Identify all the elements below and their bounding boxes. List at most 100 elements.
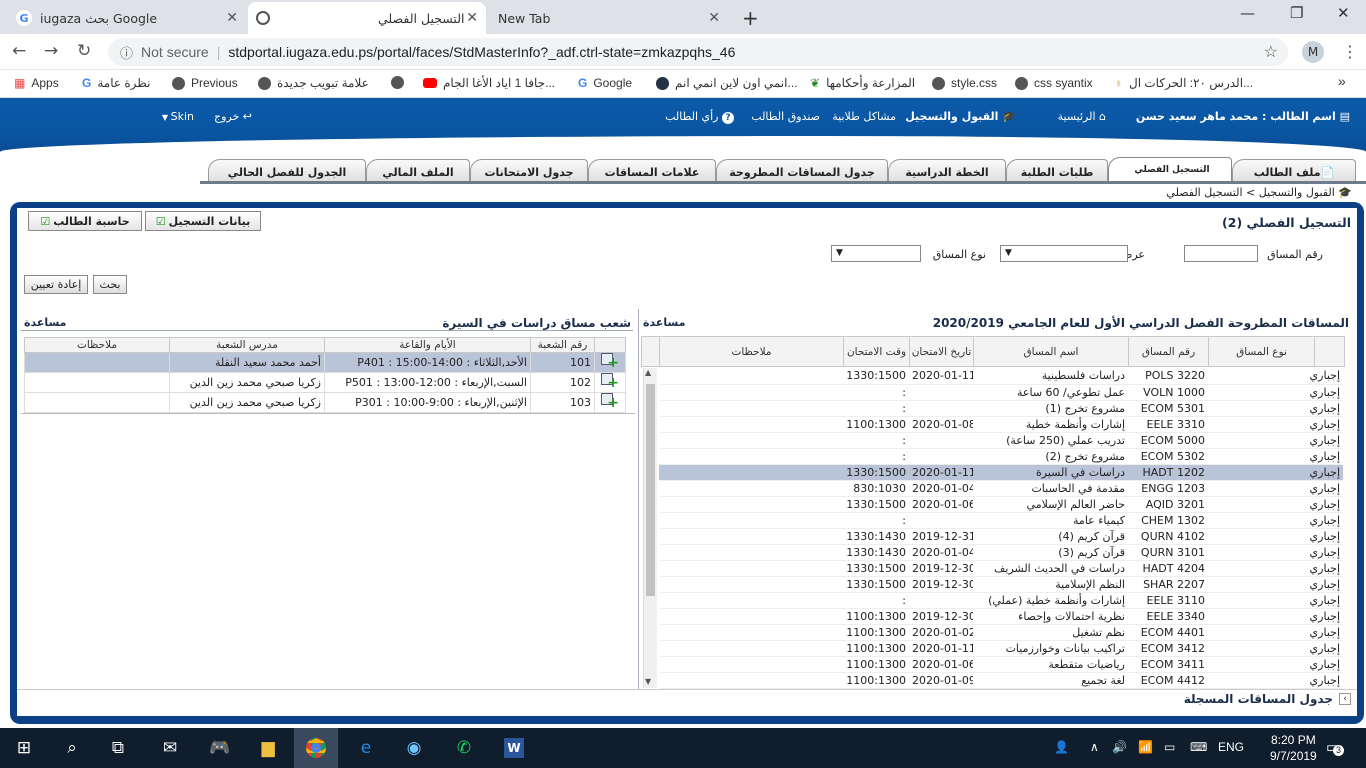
table-row[interactable]: : مشروع تخرج (2) ECOM 5302 إجباري: [659, 448, 1343, 465]
table-row[interactable]: 1330:1500 2020-01-06 حاضر العالم الإسلامي A…: [659, 496, 1343, 513]
keyboard-icon[interactable]: ⌨: [1190, 740, 1207, 754]
menu-icon[interactable]: ⋮: [1342, 42, 1358, 61]
new-tab-button[interactable]: +: [734, 2, 767, 34]
skin-menu[interactable]: ▼ Skin: [162, 110, 194, 123]
table-row[interactable]: 1330:1500 2019-12-30 النظم الإسلامية SHAR 2…: [659, 576, 1343, 593]
section-row[interactable]: أحمد محمد سعيد النقلة الأحد,الثلاثاء : 14…: [24, 352, 626, 373]
bookmark-apps[interactable]: ▦ Apps: [14, 76, 59, 90]
student-opinion-link[interactable]: ? رأي الطالب: [665, 110, 734, 124]
bookmark-7[interactable]: انمي اون لاين انمي انم...: [656, 76, 798, 90]
profile-avatar[interactable]: M: [1302, 41, 1324, 63]
volume-icon[interactable]: 🔊: [1112, 740, 1127, 754]
bookmark-11[interactable]: ♁ الدرس ٢٠: الحركات ال...: [1114, 76, 1253, 90]
table-row[interactable]: 1330:1430 2020-01-04 قرآن كريم (3) QURN 310…: [659, 544, 1343, 561]
bookmark-4[interactable]: [391, 76, 404, 89]
table-row[interactable]: : كيمياء عامة CHEM 1302 إجباري: [659, 512, 1343, 529]
back-icon[interactable]: ←: [12, 41, 26, 61]
course-number-input[interactable]: [1184, 245, 1258, 262]
student-calculator-button[interactable]: حاسبة الطالب ☑: [28, 211, 142, 231]
cell-exam-time: :: [843, 512, 909, 529]
table-row[interactable]: 1330:1430 2019-12-31 قرآن كريم (4) QURN 410…: [659, 528, 1343, 545]
restore-icon[interactable]: ❐: [1290, 4, 1303, 22]
registered-courses-title[interactable]: جدول المساقات المسجلة: [1184, 692, 1333, 706]
edge-icon[interactable]: e: [344, 728, 388, 768]
table-row[interactable]: 1100:1300 2020-01-06 رياضيات متقطعة ECOM 34…: [659, 656, 1343, 673]
reset-button[interactable]: إعادة تعيين: [24, 275, 88, 294]
tray-up-icon[interactable]: ∧: [1090, 740, 1099, 754]
whatsapp-icon[interactable]: ✆: [442, 728, 486, 768]
search-button[interactable]: بحث: [93, 275, 127, 294]
table-row[interactable]: : إشارات وأنظمة خطية (عملي) EELE 3110 إجبار…: [659, 592, 1343, 609]
info-icon[interactable]: ⓘ: [120, 43, 133, 62]
table-row[interactable]: 830:1030 2020-01-04 مقدمة في الحاسبات ENGG …: [659, 480, 1343, 497]
table-row[interactable]: 1100:1300 2020-01-11 تراكيب بيانات وخوارزم…: [659, 640, 1343, 657]
language-indicator[interactable]: ENG: [1218, 740, 1244, 754]
table-row[interactable]: 1330:1500 2020-01-11 دراسات في السيرة HADT …: [659, 464, 1343, 481]
bookmark-9[interactable]: style.css: [932, 76, 997, 90]
table-row[interactable]: : مشروع تخرج (1) ECOM 5301 إجباري: [659, 400, 1343, 417]
games-icon[interactable]: 🎮: [198, 728, 242, 768]
add-section-icon[interactable]: +: [601, 393, 619, 410]
bookmark-1[interactable]: G نظرة عامة: [82, 76, 150, 90]
media-app-icon[interactable]: ◉: [392, 728, 436, 768]
table-row[interactable]: 1100:1300 2020-01-09 لغة تجميع ECOM 4412 إجب…: [659, 672, 1343, 689]
table-row[interactable]: 1100:1300 2020-01-02 نظم تشغيل ECOM 4401 إجب…: [659, 624, 1343, 641]
reload-icon[interactable]: ↻: [77, 41, 91, 61]
bookmark-star-icon[interactable]: ☆: [1264, 42, 1278, 62]
bookmark-2[interactable]: Previous: [172, 76, 238, 90]
expand-chevron-icon[interactable]: ‹: [1339, 693, 1351, 705]
table-row[interactable]: 1330:1500 2020-01-11 دراسات فلسطينية POLS 3…: [659, 368, 1343, 385]
help-link[interactable]: مساعدة: [643, 316, 686, 329]
logout-link[interactable]: ↩ خروج: [214, 110, 252, 123]
add-section-icon[interactable]: +: [601, 353, 619, 370]
table-row[interactable]: 1100:1300 2020-01-08 إشارات وأنظمة خطية EEL…: [659, 416, 1343, 433]
section-row[interactable]: زكريا صبحي محمد زين الدين السبت,الإربعاء …: [24, 372, 626, 393]
view-select[interactable]: ▼: [1000, 245, 1128, 262]
mail-icon[interactable]: ✉: [148, 728, 192, 768]
browser-tab-active[interactable]: التسجيل الفصلي ✕: [248, 2, 486, 34]
admission-link[interactable]: 🎓 القبول والتسجيل: [905, 110, 1016, 123]
table-row[interactable]: 1330:1500 2019-12-30 دراسات في الحديث الشر…: [659, 560, 1343, 577]
tab-semester-registration[interactable]: التسجيل الفصلي: [1108, 157, 1232, 184]
chrome-icon[interactable]: [294, 728, 338, 768]
word-icon[interactable]: W: [492, 728, 536, 768]
bookmark-6[interactable]: G Google: [578, 76, 632, 90]
bookmarks-more[interactable]: »: [1338, 73, 1346, 89]
file-explorer-icon[interactable]: ▆: [246, 728, 290, 768]
student-box-link[interactable]: صندوق الطالب: [751, 110, 820, 123]
sections-help-link[interactable]: مساعدة: [24, 316, 67, 329]
task-view-icon[interactable]: ⧉: [96, 728, 140, 768]
forward-icon[interactable]: →: [44, 41, 58, 61]
breadcrumb[interactable]: 🎓 القبول والتسجيل > التسجيل الفصلي: [1166, 186, 1352, 199]
table-row[interactable]: 1100:1300 2019-12-30 نظرية احتمالات وإحصاء…: [659, 608, 1343, 625]
search-icon[interactable]: ⌕: [50, 728, 94, 768]
clock[interactable]: 8:20 PM 9/7/2019: [1270, 732, 1317, 764]
bookmark-10[interactable]: css syantix: [1015, 76, 1093, 90]
notification-icon[interactable]: ▭3: [1326, 738, 1344, 756]
add-section-icon[interactable]: +: [601, 373, 619, 390]
people-icon[interactable]: 👤: [1054, 740, 1069, 754]
bookmark-8[interactable]: ❦ المزارعة وأحكامها: [810, 76, 915, 90]
table-row[interactable]: : عمل تطوعي/ 60 ساعة VOLN 1000 إجباري: [659, 384, 1343, 401]
close-tab-icon[interactable]: ✕: [708, 10, 720, 26]
close-window-icon[interactable]: ✕: [1337, 4, 1350, 22]
student-issues-link[interactable]: مشاكل طلابية: [832, 110, 896, 123]
sections-title: شعب مساق دراسات في السيرة: [442, 316, 631, 330]
browser-tab-google[interactable]: G iugaza بحث Google ✕: [8, 2, 246, 34]
section-row[interactable]: زكريا صبحي محمد زين الدين الإثنين,الإربعا…: [24, 392, 626, 413]
courses-scrollbar[interactable]: ▲ ▼: [643, 368, 657, 688]
network-icon[interactable]: 📶: [1138, 740, 1153, 754]
minimize-icon[interactable]: —: [1240, 4, 1255, 22]
home-link[interactable]: ⌂ الرئيسية: [1058, 110, 1106, 123]
bookmark-3[interactable]: علامة تبويب جديدة: [258, 76, 369, 90]
table-row[interactable]: : تدريب عملي (250 ساعة) ECOM 5000 إجباري: [659, 432, 1343, 449]
close-tab-icon[interactable]: ✕: [466, 10, 478, 26]
close-tab-icon[interactable]: ✕: [226, 10, 238, 26]
course-type-select[interactable]: ▼: [831, 245, 921, 262]
address-bar[interactable]: ⓘ Not secure | stdportal.iugaza.edu.ps/p…: [108, 38, 1288, 66]
battery-icon[interactable]: ▭: [1164, 740, 1175, 754]
registration-data-button[interactable]: بيانات التسجيل ☑: [145, 211, 261, 231]
browser-tab-new[interactable]: New Tab ✕: [490, 2, 728, 34]
bookmark-5[interactable]: جافا 1 اياد الأغا الجام...: [423, 76, 555, 90]
windows-start-icon[interactable]: ⊞: [2, 728, 46, 768]
